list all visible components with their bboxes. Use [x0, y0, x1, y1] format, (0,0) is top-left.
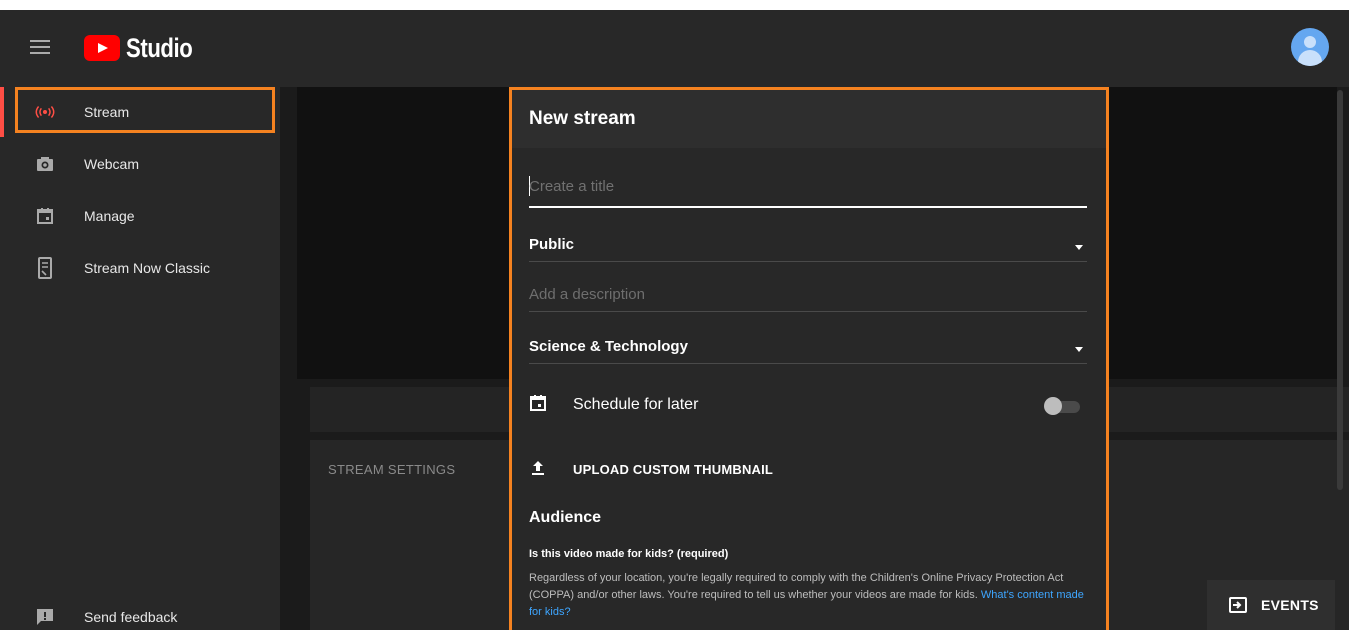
title-input[interactable]: Create a title	[529, 174, 1087, 208]
audience-description: Regardless of your location, you're lega…	[529, 570, 1089, 621]
sidebar-item-stream[interactable]: Stream	[0, 87, 280, 137]
top-app-bar: Studio	[0, 10, 1349, 87]
title-placeholder: Create a title	[529, 178, 615, 195]
upload-thumbnail-label: UPLOAD CUSTOM THUMBNAIL	[573, 462, 774, 477]
events-icon	[1229, 597, 1247, 613]
upload-thumbnail-button[interactable]: UPLOAD CUSTOM THUMBNAIL	[529, 458, 829, 482]
hamburger-menu-icon[interactable]	[30, 40, 50, 56]
audience-heading: Audience	[529, 509, 602, 526]
sidebar: Stream Webcam Manage Stream Now Classic …	[0, 87, 280, 630]
sidebar-item-webcam[interactable]: Webcam	[0, 139, 280, 189]
calendar-icon	[529, 394, 547, 417]
events-label: EVENTS	[1261, 597, 1319, 613]
visibility-value: Public	[529, 236, 575, 253]
dialog-header: New stream	[512, 90, 1106, 148]
feedback-icon	[34, 606, 56, 628]
studio-logo[interactable]: Studio	[84, 32, 207, 63]
schedule-row: Schedule for later	[529, 390, 1087, 420]
send-feedback-label: Send feedback	[84, 609, 178, 625]
upload-icon	[531, 460, 545, 481]
sidebar-item-manage[interactable]: Manage	[0, 191, 280, 241]
sidebar-item-label: Manage	[84, 208, 135, 224]
scrollbar[interactable]	[1337, 90, 1343, 490]
dropdown-arrow-icon	[1075, 347, 1083, 352]
calendar-icon	[34, 205, 56, 227]
sidebar-item-stream-now-classic[interactable]: Stream Now Classic	[0, 243, 280, 293]
visibility-select[interactable]: Public	[529, 228, 1087, 262]
camera-icon	[34, 153, 56, 175]
category-value: Science & Technology	[529, 338, 688, 355]
schedule-toggle[interactable]	[1044, 397, 1080, 415]
dropdown-arrow-icon	[1075, 245, 1083, 250]
description-placeholder: Add a description	[529, 286, 645, 303]
stream-settings-label: STREAM SETTINGS	[328, 462, 456, 477]
new-stream-dialog: New stream Create a title Public Add a d…	[509, 87, 1109, 630]
events-button[interactable]: EVENTS	[1207, 580, 1335, 630]
sidebar-item-label: Stream Now Classic	[84, 260, 211, 276]
schedule-label: Schedule for later	[573, 396, 699, 413]
category-select[interactable]: Science & Technology	[529, 330, 1087, 364]
send-feedback-button[interactable]: Send feedback	[0, 592, 280, 630]
dialog-title: New stream	[529, 108, 636, 129]
description-input[interactable]: Add a description	[529, 280, 1087, 312]
phone-stream-icon	[34, 257, 56, 279]
audience-question: Is this video made for kids? (required)	[529, 548, 729, 560]
youtube-play-icon	[84, 35, 120, 61]
sidebar-item-label: Webcam	[84, 156, 139, 172]
active-indicator	[0, 87, 4, 137]
logo-text: Studio	[126, 32, 193, 63]
studio-app: Studio Stream Webcam Manage Stream Now C…	[0, 10, 1349, 630]
highlight-outline	[15, 87, 275, 133]
account-avatar[interactable]	[1291, 28, 1329, 66]
